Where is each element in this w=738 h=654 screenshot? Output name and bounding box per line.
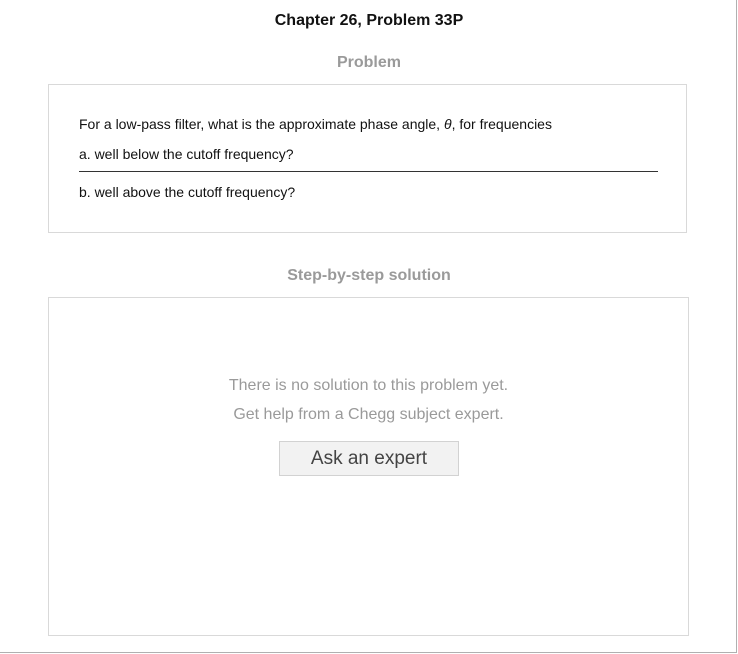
divider <box>79 171 658 172</box>
theta-symbol: θ <box>443 116 452 132</box>
solution-box: There is no solution to this problem yet… <box>48 297 689 636</box>
problem-statement: For a low-pass filter, what is the appro… <box>79 116 552 132</box>
chapter-title: Chapter 26, Problem 33P <box>274 12 464 29</box>
problem-intro-text: For a low-pass filter, what is the appro… <box>79 116 444 132</box>
solution-heading: Step-by-step solution <box>287 267 451 284</box>
ask-expert-button[interactable]: Ask an expert <box>279 441 459 476</box>
problem-intro-text-end: , for frequencies <box>451 116 552 132</box>
expert-help-message: Get help from a Chegg subject expert. <box>233 406 504 423</box>
no-solution-message: There is no solution to this problem yet… <box>228 377 509 394</box>
problem-part-b: b. well above the cutoff frequency? <box>79 184 296 200</box>
problem-heading: Problem <box>336 54 401 71</box>
problem-box: For a low-pass filter, what is the appro… <box>48 84 687 233</box>
problem-part-a: a. well below the cutoff frequency? <box>79 146 294 162</box>
